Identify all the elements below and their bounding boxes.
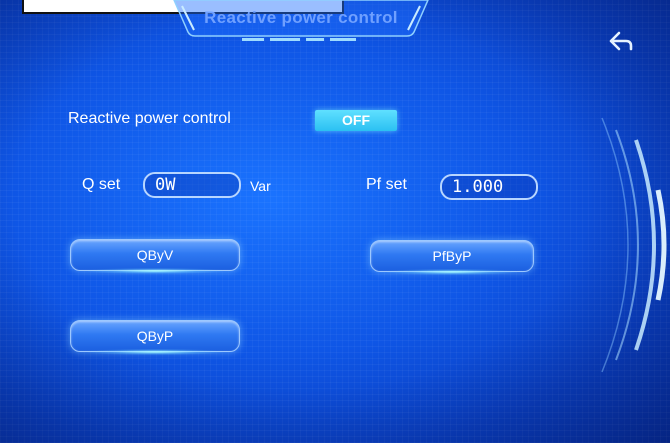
q-set-input[interactable]: 0W [143,172,241,198]
q-set-unit: Var [250,178,271,194]
qbyp-button-label: QByP [136,328,174,344]
pf-set-input[interactable]: 1.000 [440,174,538,200]
decorative-arc [596,110,670,380]
page-title: Reactive power control [204,8,398,27]
reactive-power-toggle[interactable]: OFF [315,110,397,131]
pf-set-label: Pf set [366,176,407,193]
header-tab: Reactive power control [170,0,432,46]
qbyv-button-glow [87,268,223,274]
pfbyp-button-label: PfByP [432,248,472,264]
pfbyp-button-glow [387,269,517,275]
q-set-label: Q set [82,176,121,193]
screen-texture [0,0,670,443]
pfbyp-button[interactable]: PfByP [370,240,534,275]
qbyp-button[interactable]: QByP [70,320,240,355]
qbyv-button[interactable]: QByV [70,239,240,274]
screen-vignette [0,0,670,443]
qbyv-button-label: QByV [136,247,174,263]
qbyp-button-glow [87,349,223,355]
back-arrow-icon[interactable] [608,30,634,52]
reactive-power-control-label: Reactive power control [68,110,231,127]
